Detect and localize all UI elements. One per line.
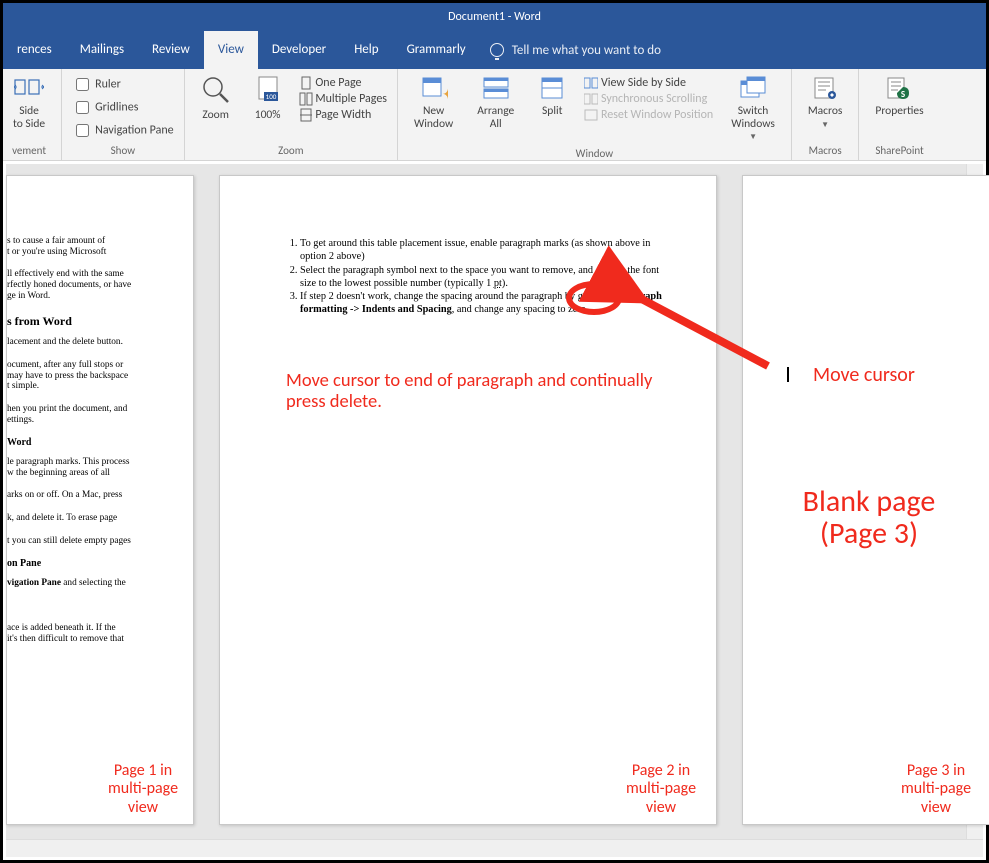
tell-me-label: Tell me what you want to do (512, 43, 661, 58)
page-1-content: s to cause a fair amount oft or you're u… (7, 176, 193, 645)
group-label-macros: Macros (802, 142, 849, 160)
label: 100% (255, 109, 281, 122)
switch-windows-icon (739, 75, 767, 101)
side-to-side-button[interactable]: Sideto Side (7, 73, 51, 132)
side-by-side-icon (584, 77, 598, 89)
label: Switch Windows▼ (731, 105, 775, 143)
label: Synchronous Scrolling (601, 92, 707, 106)
reset-window-position-button: Reset Window Position (584, 107, 713, 123)
new-window-icon: ✦ (420, 75, 448, 101)
label: to Side (13, 117, 45, 131)
arrange-all-icon (482, 75, 510, 101)
magnifier-icon (201, 75, 231, 105)
zoom-button[interactable]: Zoom (195, 73, 237, 124)
multiple-pages-button[interactable]: Multiple Pages (299, 91, 387, 107)
annotation-page2-label: Page 2 in multi-page view (611, 762, 711, 817)
lightbulb-icon (490, 43, 504, 57)
cursor-indicator (787, 367, 789, 382)
label: Arrange All (477, 105, 514, 130)
label: Reset Window Position (601, 108, 713, 122)
arrange-all-button[interactable]: Arrange All (471, 73, 520, 132)
navpane-checkbox[interactable]: Navigation Pane (72, 119, 174, 142)
label: Zoom (202, 109, 229, 122)
label: View Side by Side (601, 76, 686, 90)
tab-help[interactable]: Help (340, 31, 392, 69)
page-width-icon (299, 108, 313, 122)
annotation-move-cursor: Move cursor (813, 363, 915, 387)
chevron-down-icon: ▼ (749, 132, 757, 142)
label: Split (542, 105, 562, 118)
annotation-arrow (618, 282, 788, 382)
group-label-sharepoint: SharePoint (869, 142, 929, 160)
label: Page Width (315, 108, 371, 122)
macros-icon (811, 75, 839, 101)
document-canvas[interactable]: s to cause a fair amount oft or you're u… (6, 164, 983, 857)
svg-text:✦: ✦ (442, 86, 448, 101)
properties-icon: S (885, 75, 915, 101)
tab-view[interactable]: View (204, 31, 258, 69)
side-to-side-icon (14, 75, 44, 101)
switch-windows-button[interactable]: Switch Windows▼ (725, 73, 781, 145)
ruler-checkbox[interactable]: Ruler (72, 73, 174, 96)
label: Properties (875, 105, 923, 118)
label: New Window (414, 105, 453, 130)
page-100-icon: 100 (255, 75, 281, 105)
tab-references[interactable]: rences (3, 31, 66, 69)
app-title: Document1 - Word (448, 10, 541, 24)
synchronous-scrolling-button: Synchronous Scrolling (584, 91, 713, 107)
new-window-button[interactable]: ✦ New Window (408, 73, 459, 132)
chevron-down-icon: ▼ (821, 120, 829, 130)
page-width-button[interactable]: Page Width (299, 107, 387, 123)
tab-grammarly[interactable]: Grammarly (393, 31, 480, 69)
split-icon (538, 75, 566, 101)
title-bar: Document1 - Word (3, 3, 986, 31)
page-1[interactable]: s to cause a fair amount oft or you're u… (6, 175, 194, 825)
annotation-blank-page: Blank page (Page 3) (764, 486, 974, 549)
reset-pos-icon (584, 109, 598, 121)
gridlines-checkbox[interactable]: Gridlines (72, 96, 174, 119)
annotation-instruction: Move cursor to end of paragraph and cont… (286, 369, 666, 412)
svg-text:S: S (900, 89, 904, 100)
zoom-100-button[interactable]: 100 100% (249, 73, 287, 124)
annotation-ellipse (566, 281, 622, 315)
one-page-icon (299, 76, 313, 90)
label: Ruler (95, 77, 121, 91)
tab-review[interactable]: Review (138, 31, 204, 69)
annotation-page3-label: Page 3 in multi-page view (886, 762, 986, 817)
label: One Page (315, 76, 361, 90)
macros-button[interactable]: Macros▼ (802, 73, 849, 132)
horizontal-scrollbar[interactable] (6, 839, 983, 857)
sync-scroll-icon (584, 93, 598, 105)
group-label-zoom: Zoom (195, 142, 387, 160)
tell-me-search[interactable]: Tell me what you want to do (480, 43, 661, 58)
group-label-window: Window (408, 145, 781, 161)
page-2[interactable]: To get around this table placement issue… (219, 175, 717, 825)
view-side-by-side-button[interactable]: View Side by Side (584, 75, 713, 91)
group-label-show: Show (72, 142, 174, 160)
label: Macros▼ (808, 105, 843, 130)
tab-mailings[interactable]: Mailings (66, 31, 138, 69)
label: Gridlines (95, 100, 138, 114)
properties-button[interactable]: S Properties (869, 73, 929, 120)
tab-developer[interactable]: Developer (258, 31, 340, 69)
ribbon: Sideto Side vement Ruler Gridlines Navig… (3, 69, 986, 161)
label: Multiple Pages (315, 92, 387, 106)
svg-text:100: 100 (265, 92, 276, 101)
group-label: vement (7, 142, 51, 160)
ribbon-tabs: rences Mailings Review View Developer He… (3, 31, 986, 69)
multi-page-icon (299, 92, 313, 106)
one-page-button[interactable]: One Page (299, 75, 387, 91)
annotation-page1-label: Page 1 in multi-page view (98, 762, 188, 817)
label: Navigation Pane (95, 123, 174, 137)
split-button[interactable]: Split (532, 73, 572, 120)
